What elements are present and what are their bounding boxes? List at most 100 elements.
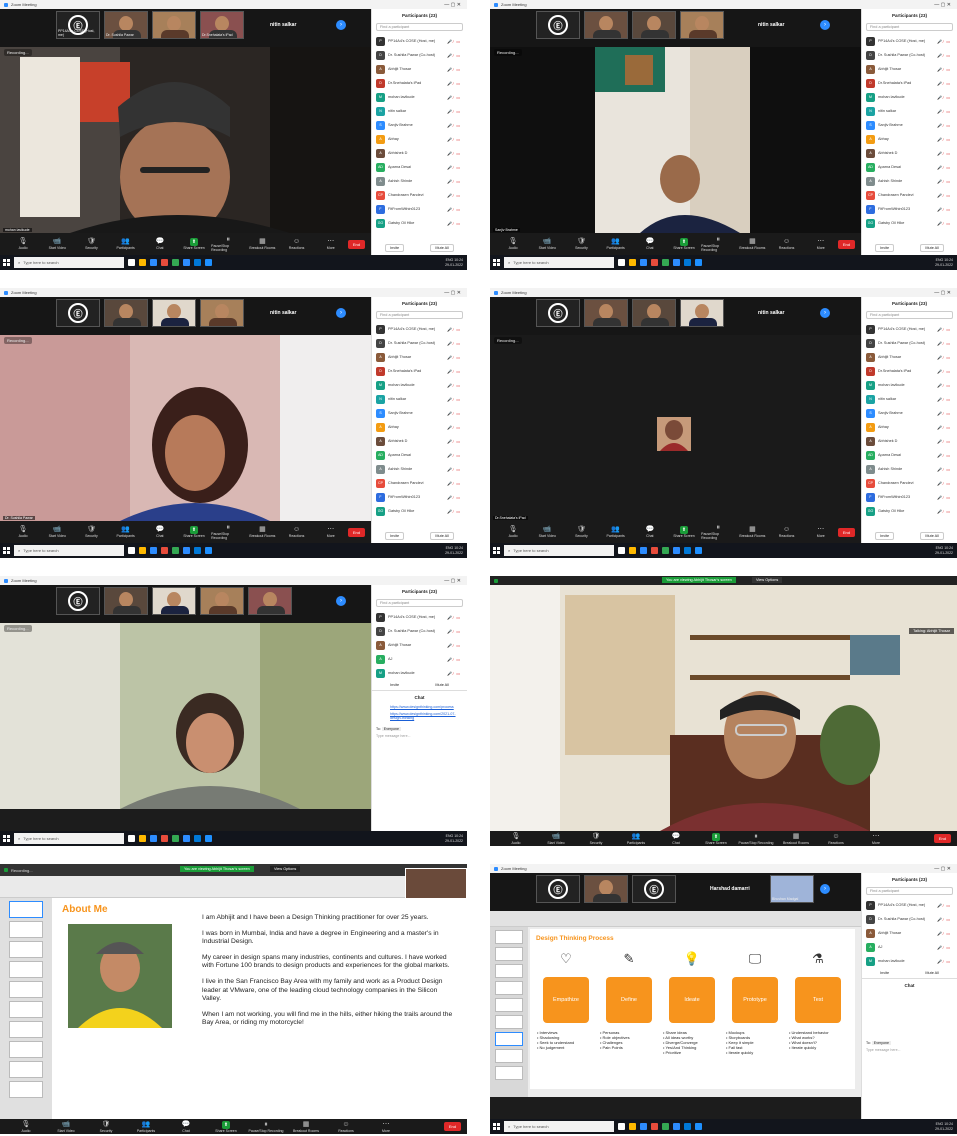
muted-mic-icon[interactable]: 🎤̸ ▭: [447, 39, 461, 44]
more-button[interactable]: ⋯ More: [314, 526, 348, 538]
muted-mic-icon[interactable]: 🎤̸ ▭: [937, 137, 951, 142]
taskbar-search[interactable]: ⌕ Type here to search: [504, 1121, 614, 1132]
participant-row[interactable]: A Ashish Shinde 🎤̸ ▭: [862, 174, 957, 188]
participants-button[interactable]: 👥 Participants: [109, 238, 143, 250]
muted-mic-icon[interactable]: 🎤̸ ▭: [937, 327, 951, 332]
taskbar-app-icon[interactable]: [205, 547, 212, 554]
slide-thumbnail[interactable]: [9, 1081, 43, 1098]
start-video-button[interactable]: 📹 Start Video: [536, 833, 576, 845]
muted-mic-icon[interactable]: 🎤̸ ▭: [447, 453, 461, 458]
participant-row[interactable]: A Abhijit Thosar 🎤̸ ▭: [372, 350, 467, 364]
thumb-bhushan[interactable]: Bhushan Madgal: [770, 875, 814, 903]
muted-mic-icon[interactable]: 🎤̸ ▭: [937, 509, 951, 514]
participants-button[interactable]: 👥 Participants: [126, 1121, 166, 1133]
slide-navigator[interactable]: [0, 898, 52, 1119]
muted-mic-icon[interactable]: 🎤̸ ▭: [447, 327, 461, 332]
muted-mic-icon[interactable]: 🎤̸ ▭: [447, 193, 461, 198]
start-video-button[interactable]: 📹 Start Video: [46, 1121, 86, 1133]
windows-start-icon[interactable]: [493, 547, 500, 554]
taskbar-app-icon[interactable]: [128, 547, 135, 554]
window-controls[interactable]: — ▢ ✕: [934, 866, 957, 872]
security-button[interactable]: 🛡 Security: [576, 833, 616, 845]
participant-row[interactable]: A Ashish Shinde 🎤̸ ▭: [862, 462, 957, 476]
muted-mic-icon[interactable]: 🎤̸ ▭: [447, 179, 461, 184]
slide-thumbnail[interactable]: [495, 1015, 523, 1029]
next-page-icon[interactable]: ›: [820, 884, 830, 894]
pause-stop-recording-button[interactable]: ⏸ Pause/Stop Recording: [246, 1121, 286, 1133]
taskbar-app-icon[interactable]: [183, 835, 190, 842]
more-button[interactable]: ⋯ More: [366, 1121, 406, 1133]
chat-button[interactable]: 💬 Chat: [143, 526, 177, 538]
muted-mic-icon[interactable]: 🎤̸ ▭: [937, 931, 951, 936]
participant-row[interactable]: D Dr.Snehalata's iPad 🎤̸ ▭: [372, 364, 467, 378]
muted-mic-icon[interactable]: 🎤̸ ▭: [447, 629, 461, 634]
muted-mic-icon[interactable]: 🎤̸ ▭: [447, 341, 461, 346]
participant-row[interactable]: A Ashish Shinde 🎤̸ ▭: [372, 462, 467, 476]
participant-row[interactable]: GO Gatsby Oil Hike 🎤̸ ▭: [862, 504, 957, 518]
taskbar-app-icon[interactable]: [673, 547, 680, 554]
participant-row[interactable]: Mmohan lavikude 🎤̸ ▭: [372, 666, 467, 680]
thumb-nitin[interactable]: nitin salkar: [270, 11, 296, 39]
thumb-snehalata[interactable]: [248, 587, 292, 615]
participant-row[interactable]: D Dr.Snehalata's iPad 🎤̸ ▭: [372, 76, 467, 90]
reactions-button[interactable]: ☺ Reactions: [770, 526, 804, 538]
participant-row[interactable]: F FitFromWithin0123 🎤̸ ▭: [862, 490, 957, 504]
participant-row[interactable]: F FitFromWithin0123 🎤̸ ▭: [372, 490, 467, 504]
slide-thumbnail[interactable]: [495, 930, 523, 944]
taskbar-app-icon[interactable]: [194, 547, 201, 554]
windows-start-icon[interactable]: [3, 547, 10, 554]
thumb-nitin[interactable]: nitin salkar: [270, 299, 296, 327]
participant-row[interactable]: A Abhijit Thosar 🎤̸ ▭: [372, 62, 467, 76]
participant-row[interactable]: Nnitin salkar 🎤̸ ▭: [862, 104, 957, 118]
participant-row[interactable]: GO Gatsby Oil Hike 🎤̸ ▭: [372, 216, 467, 230]
taskbar-app-icon[interactable]: [640, 547, 647, 554]
participant-row[interactable]: S Sanjiv Brahme 🎤̸ ▭: [372, 118, 467, 132]
reactions-button[interactable]: ☺ Reactions: [816, 833, 856, 845]
taskbar-app-icon[interactable]: [651, 547, 658, 554]
participant-row[interactable]: A Ashish Shinde 🎤̸ ▭: [372, 174, 467, 188]
muted-mic-icon[interactable]: 🎤̸ ▭: [937, 193, 951, 198]
end-meeting-button[interactable]: End: [837, 239, 855, 249]
muted-mic-icon[interactable]: 🎤̸ ▭: [447, 53, 461, 58]
chat-input[interactable]: Type message here...: [376, 734, 463, 738]
muted-mic-icon[interactable]: 🎤̸ ▭: [447, 221, 461, 226]
participant-row[interactable]: P PP14A4's COSE (Host, me) 🎤̸ ▭: [372, 34, 467, 48]
taskbar-app-icon[interactable]: [629, 1123, 636, 1130]
slide-thumbnail[interactable]: [9, 941, 43, 958]
participant-row[interactable]: P PP14A4's COSE (Host, me) 🎤̸ ▭: [862, 34, 957, 48]
next-page-icon[interactable]: ›: [820, 20, 830, 30]
window-controls[interactable]: — ▢ ✕: [934, 2, 957, 8]
participant-row[interactable]: D Dr. Sushila Pawar (Co-host) 🎤̸ ▭: [862, 48, 957, 62]
thumb-pp14a4[interactable]: Ⓔ: [56, 587, 100, 615]
slide-thumbnail[interactable]: [9, 1021, 43, 1038]
muted-mic-icon[interactable]: 🎤̸ ▭: [937, 95, 951, 100]
participant-row[interactable]: A Abhay 🎤̸ ▭: [862, 420, 957, 434]
share-screen-button[interactable]: ⬆ Share Screen: [206, 1120, 246, 1133]
participants-button[interactable]: 👥 Participants: [599, 526, 633, 538]
taskbar-app-icon[interactable]: [618, 1123, 625, 1130]
slide-thumbnail[interactable]: [495, 1049, 523, 1063]
slide-thumbnail[interactable]: [495, 998, 523, 1012]
thumb-sanjiv[interactable]: [152, 587, 196, 615]
thumb-mohan[interactable]: [104, 587, 148, 615]
thumb-logo-2[interactable]: Ⓔ: [632, 875, 676, 903]
participant-row[interactable]: AD Aparna Desai 🎤̸ ▭: [372, 448, 467, 462]
thumb-mohan[interactable]: [104, 299, 148, 327]
participant-row[interactable]: AD Aparna Desai 🎤̸ ▭: [862, 160, 957, 174]
participant-row[interactable]: A Abhishek D 🎤̸ ▭: [862, 434, 957, 448]
muted-mic-icon[interactable]: 🎤̸ ▭: [447, 657, 461, 662]
pause-stop-recording-button[interactable]: ⏸ Pause/Stop Recording: [701, 524, 735, 540]
participant-row[interactable]: AD Aparna Desai 🎤̸ ▭: [862, 448, 957, 462]
participant-row[interactable]: Mmohan lavikude 🎤̸ ▭: [862, 90, 957, 104]
thumb-nitin[interactable]: nitin salkar: [758, 11, 784, 39]
participant-row[interactable]: Mmohan lavikude 🎤̸ ▭: [372, 90, 467, 104]
slide-thumbnail[interactable]: [495, 964, 523, 978]
muted-mic-icon[interactable]: 🎤̸ ▭: [937, 165, 951, 170]
participant-row[interactable]: D Dr.Snehalata's iPad 🎤̸ ▭: [862, 76, 957, 90]
muted-mic-icon[interactable]: 🎤̸ ▭: [937, 397, 951, 402]
taskbar-app-icon[interactable]: [139, 547, 146, 554]
muted-mic-icon[interactable]: 🎤̸ ▭: [937, 109, 951, 114]
system-clock[interactable]: ENG 10:24 29-01-2022: [935, 258, 957, 267]
taskbar-app-icon[interactable]: [662, 1123, 669, 1130]
slide-thumbnail[interactable]: [9, 981, 43, 998]
